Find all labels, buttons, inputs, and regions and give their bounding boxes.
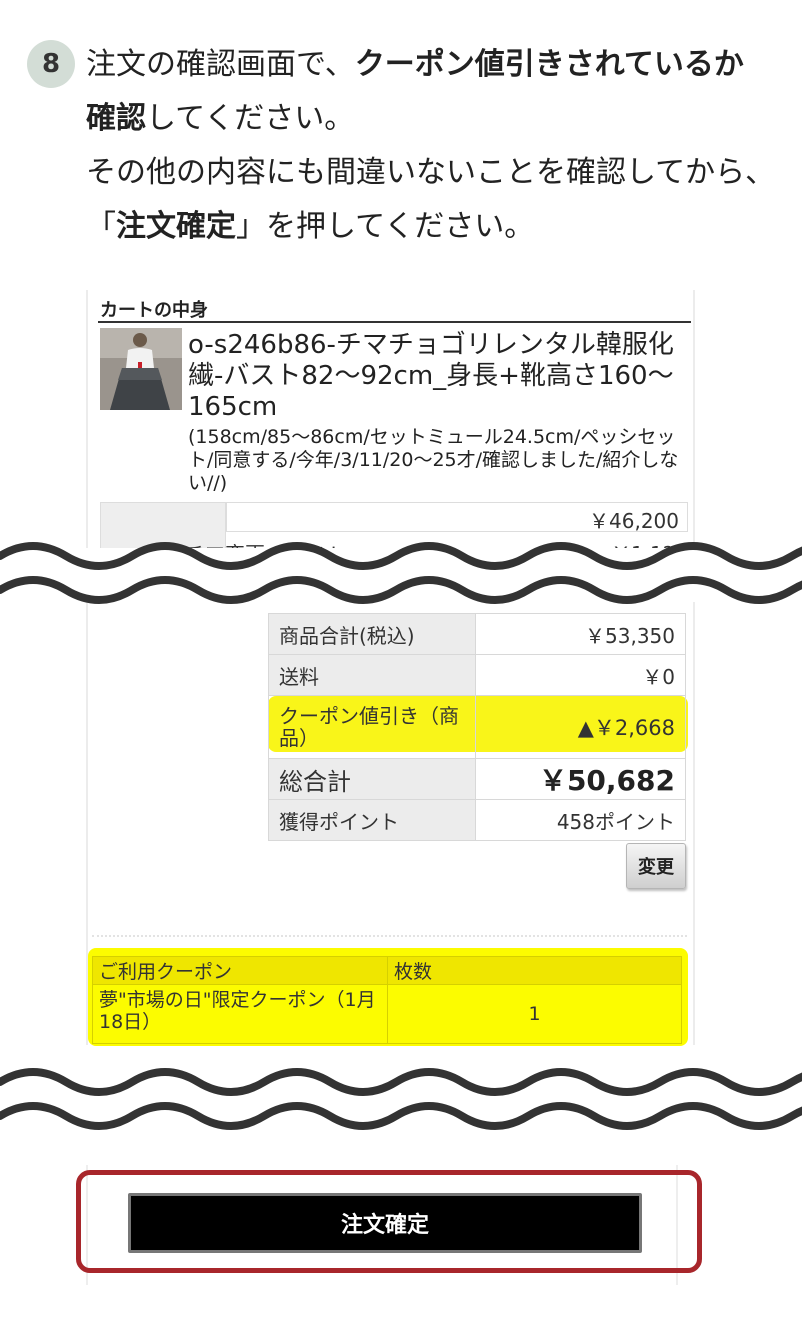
- points-label: 獲得ポイント: [268, 799, 476, 841]
- instruction-line4-bold: 注文確定: [116, 209, 236, 244]
- cart-heading-rule: [98, 321, 691, 323]
- instruction-line4-rest: 」を押してください。: [236, 209, 535, 244]
- subtotal-label: 商品合計(税込): [268, 613, 476, 655]
- section-divider: [92, 935, 687, 937]
- coupon-header-qty: 枚数: [387, 956, 682, 985]
- subtotal-value: ￥53,350: [475, 613, 686, 655]
- instruction-line1-bold: クーポン値引きされているか: [354, 47, 744, 82]
- cart-heading: カートの中身: [100, 300, 208, 321]
- step-number-badge: 8: [27, 40, 75, 88]
- cut-wave-divider-bottom: [0, 1054, 802, 1146]
- coupon-name: 夢"市場の日"限定クーポン（1月18日）: [92, 984, 388, 1044]
- coupon-header-name: ご利用クーポン: [92, 956, 388, 985]
- grand-total-value: ￥50,682: [475, 758, 686, 800]
- product-thumbnail: [100, 328, 182, 410]
- instruction-line1-plain: 注文の確認画面で、: [86, 47, 355, 82]
- instruction-line3: その他の内容にも間違いないことを確認してから、: [86, 155, 776, 190]
- coupon-discount-label: クーポン値引き（商品）: [268, 695, 476, 759]
- coupon-discount-value: ▲￥2,668: [475, 695, 686, 759]
- shipping-value: ￥0: [475, 654, 686, 696]
- instruction-line2-bold: 確認: [86, 101, 146, 136]
- shipping-label: 送料: [268, 654, 476, 696]
- points-value: 458ポイント: [475, 799, 686, 841]
- coupon-qty: 1: [387, 984, 682, 1044]
- order-totals-table: 商品合計(税込) ￥53,350 送料 ￥0 クーポン値引き（商品） ▲￥2,6…: [268, 613, 686, 841]
- confirm-order-button[interactable]: 注文確定: [128, 1193, 642, 1253]
- product-name[interactable]: o-s246b86-チマチョゴリレンタル韓服化繊-バスト82〜92cm_身長+靴…: [188, 330, 688, 423]
- instruction-line4-open: 「: [86, 209, 116, 244]
- grand-total-label: 総合計: [268, 758, 476, 800]
- step-instruction: 注文の確認画面で、クーポン値引きされているか 確認してください。 その他の内容に…: [86, 38, 786, 254]
- instruction-line2-plain: してください。: [146, 101, 355, 136]
- cut-wave-divider-top: [0, 542, 802, 604]
- change-button[interactable]: 変更: [626, 843, 686, 889]
- applied-coupon-table: ご利用クーポン 枚数 夢"市場の日"限定クーポン（1月18日） 1: [92, 956, 682, 1044]
- product-options: (158cm/85〜86cm/セットミュール24.5cm/ペッシセット/同意する…: [188, 426, 679, 494]
